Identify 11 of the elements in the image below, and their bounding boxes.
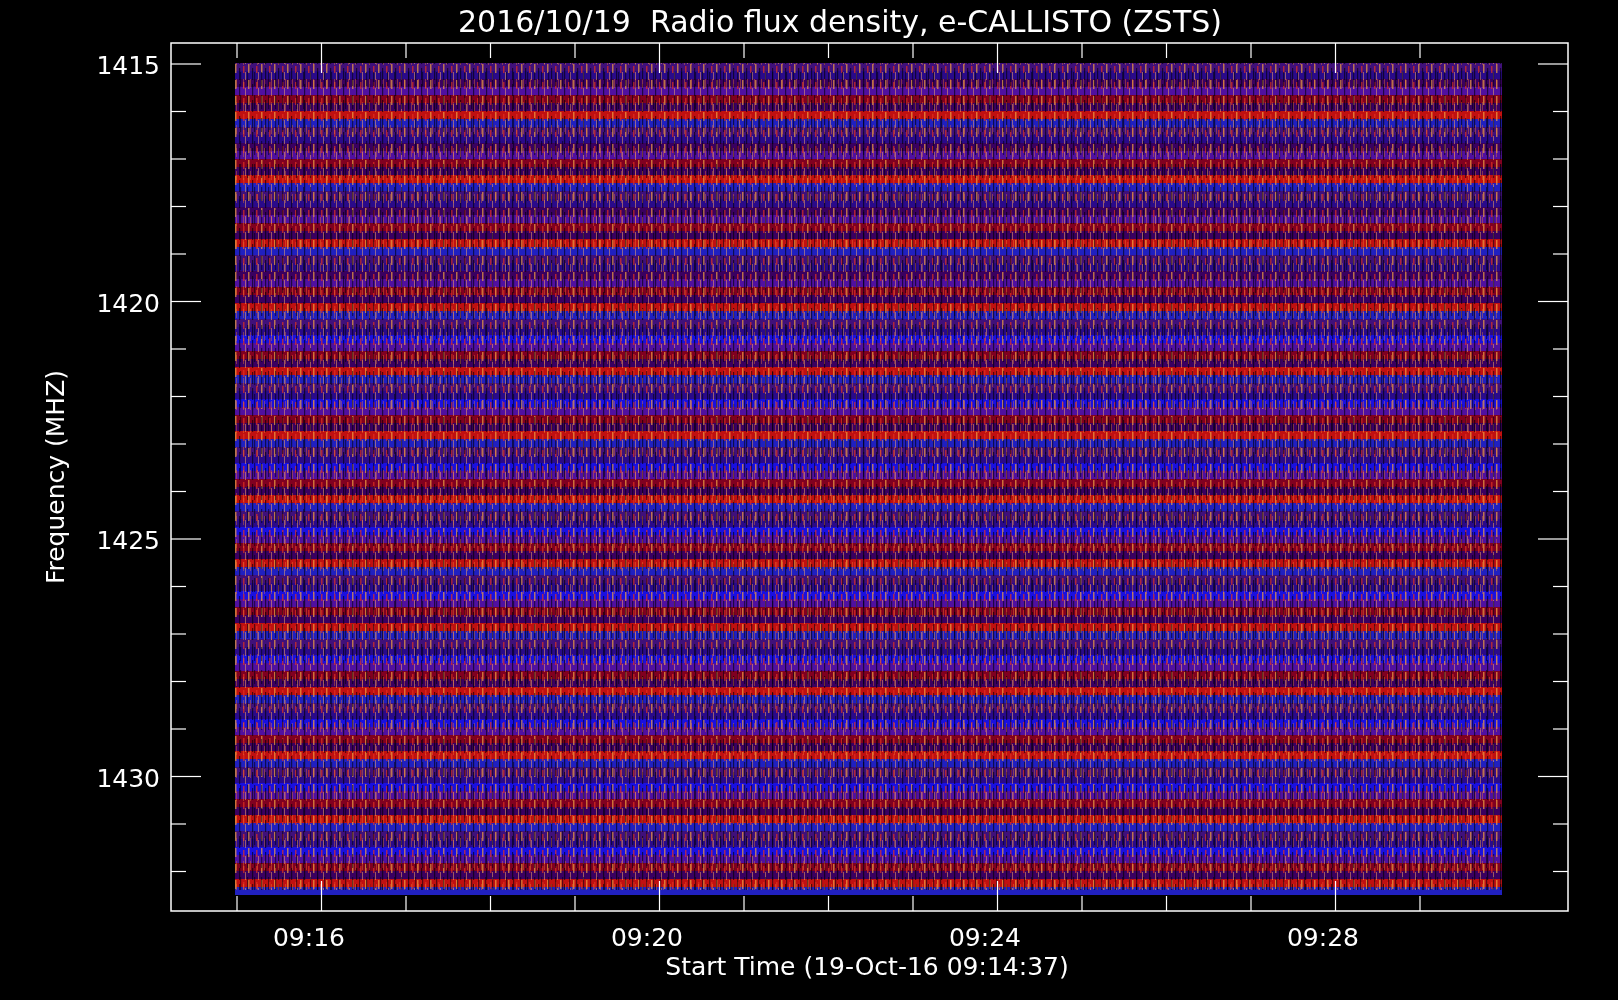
y-tick-label: 1425 bbox=[96, 526, 160, 555]
x-tick-label: 09:20 bbox=[611, 923, 683, 952]
y-axis-label: Frequency (MHZ) bbox=[41, 369, 70, 585]
x-axis-label: Start Time (19-Oct-16 09:14:37) bbox=[665, 952, 1069, 981]
chart-title: 2016/10/19 Radio flux density, e-CALLISTO (ZSTS) bbox=[458, 4, 1222, 39]
y-tick-label: 1430 bbox=[96, 763, 160, 793]
y-tick-label: 1420 bbox=[96, 288, 160, 318]
x-tick-label: 09:16 bbox=[273, 923, 345, 952]
x-tick-label: 09:24 bbox=[949, 923, 1021, 952]
x-tick-label: 09:28 bbox=[1287, 923, 1359, 952]
y-tick-label: 1415 bbox=[96, 51, 160, 80]
